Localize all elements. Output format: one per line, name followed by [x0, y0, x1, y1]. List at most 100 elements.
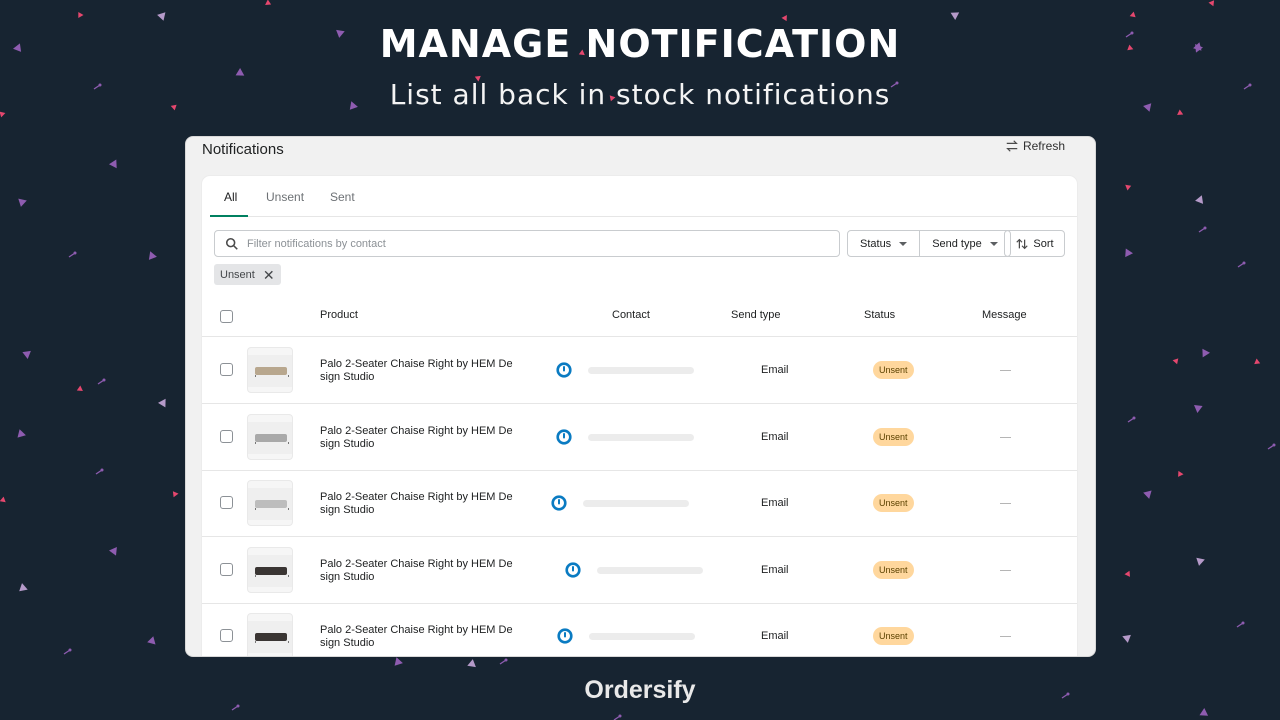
confetti-piece [1208, 0, 1215, 7]
product-name[interactable]: Palo 2-Seater Chaise Right by HEM Design… [320, 558, 515, 584]
confetti-piece [1172, 358, 1179, 365]
table-row[interactable]: Palo 2-Seater Chaise Right by HEM Design… [202, 337, 1077, 404]
send-type: Email [761, 497, 789, 509]
message-empty [1000, 503, 1011, 504]
table-row[interactable]: Palo 2-Seater Chaise Right by HEM Design… [202, 404, 1077, 471]
status-badge: Unsent [873, 494, 914, 512]
send-type: Email [761, 563, 789, 576]
filter-button-group: Status Send type [847, 230, 1011, 257]
row-checkbox[interactable] [220, 562, 233, 576]
loading-spinner-icon [557, 628, 573, 644]
confetti-piece [1254, 358, 1261, 365]
confetti-piece [1125, 184, 1132, 191]
tab-all[interactable]: All [224, 190, 237, 216]
applied-filter-label: Unsent [220, 268, 255, 281]
confetti-piece [1178, 470, 1184, 477]
confetti-piece [95, 468, 104, 475]
confetti-piece [17, 429, 26, 438]
row-checkbox[interactable] [220, 429, 233, 443]
sort-button[interactable]: Sort [1004, 230, 1065, 257]
row-checkbox[interactable] [220, 363, 233, 376]
product-name[interactable]: Palo 2-Seater Chaise Right by HEM Design… [320, 491, 515, 517]
send-type: Email [761, 630, 789, 642]
search-input[interactable] [247, 237, 807, 250]
panel-title: Notifications [202, 141, 284, 158]
select-all-checkbox[interactable] [220, 310, 233, 323]
tab-sent[interactable]: Sent [330, 190, 355, 216]
sort-label: Sort [1033, 237, 1054, 250]
applied-filter-chip: Unsent ✕ [214, 264, 281, 285]
confetti-piece [265, 0, 272, 5]
message-empty [1000, 569, 1011, 571]
sofa-image [255, 500, 289, 510]
contact-placeholder [588, 367, 694, 374]
product-name[interactable]: Palo 2-Seater Chaise Right by HEM Design… [320, 425, 515, 451]
confetti-piece [1127, 416, 1136, 423]
column-header-message: Message [982, 309, 1027, 321]
caret-down-icon [989, 241, 998, 246]
sofa-image [255, 433, 289, 444]
product-name[interactable]: Palo 2-Seater Chaise Right by HEM Design… [320, 358, 515, 384]
status-badge: Unsent [873, 560, 914, 579]
confetti-piece [158, 398, 166, 408]
confetti-piece [18, 198, 27, 207]
active-tab-indicator [210, 215, 248, 217]
confetti-piece [1199, 708, 1209, 716]
sort-arrows-icon [1016, 238, 1029, 249]
row-checkbox[interactable] [220, 496, 233, 509]
confetti-piece [147, 636, 156, 645]
tab-unsent[interactable]: Unsent [266, 190, 304, 216]
confetti-piece [467, 659, 476, 668]
status-badge: Unsent [873, 627, 914, 645]
confetti-piece [394, 657, 403, 666]
product-name[interactable]: Palo 2-Seater Chaise Right by HEM Design… [320, 624, 515, 650]
contact-placeholder [597, 566, 703, 574]
confetti-piece [63, 648, 72, 655]
confetti-piece [1122, 634, 1131, 643]
product-thumbnail [247, 347, 293, 393]
confetti-piece [0, 496, 6, 503]
confetti-piece [19, 583, 28, 592]
confetti-piece [1196, 557, 1205, 566]
confetti-piece [1129, 11, 1136, 18]
status-badge: Unsent [873, 361, 914, 379]
table-header: Product Contact Send type Status Message [202, 296, 1077, 337]
confetti-piece [157, 12, 166, 21]
product-thumbnail [247, 546, 293, 593]
refresh-arrows-icon [1006, 140, 1018, 152]
confetti-piece [1202, 348, 1210, 358]
confetti-piece [78, 12, 84, 18]
search-field[interactable] [214, 230, 840, 257]
confetti-piece [950, 12, 960, 20]
confetti-piece [148, 251, 157, 260]
send-type-filter-button[interactable]: Send type [919, 231, 1010, 256]
refresh-button[interactable]: Refresh [1005, 139, 1065, 153]
brand-logo: Ordersify [584, 676, 696, 704]
confetti-piece [22, 350, 31, 359]
table-row[interactable]: Palo 2-Seater Chaise Right by HEM Design… [202, 470, 1077, 537]
confetti-piece [1195, 195, 1204, 204]
confetti-piece [1198, 226, 1207, 233]
remove-filter-icon[interactable]: ✕ [263, 268, 275, 282]
contact-placeholder [588, 433, 694, 441]
contact-placeholder [589, 633, 695, 640]
confetti-piece [76, 385, 83, 391]
status-filter-button[interactable]: Status [848, 231, 919, 256]
confetti-piece [68, 251, 77, 258]
row-checkbox[interactable] [220, 629, 233, 642]
loading-spinner-icon [556, 362, 572, 378]
column-header-send-type: Send type [731, 309, 781, 321]
confetti-piece [613, 714, 622, 720]
table-row[interactable]: Palo 2-Seater Chaise Right by HEM Design… [202, 537, 1077, 604]
confetti-piece [781, 15, 787, 22]
search-icon [225, 237, 238, 250]
message-empty [1000, 636, 1011, 637]
table-row[interactable]: Palo 2-Seater Chaise Right by HEM Design… [202, 603, 1077, 656]
hero-title: MANAGE NOTIFICATION [379, 22, 901, 66]
confetti-piece [172, 491, 179, 498]
contact-placeholder [583, 500, 689, 507]
column-header-product: Product [320, 309, 358, 321]
product-thumbnail [247, 413, 293, 460]
message-empty [1000, 436, 1011, 438]
sofa-image [255, 633, 289, 643]
